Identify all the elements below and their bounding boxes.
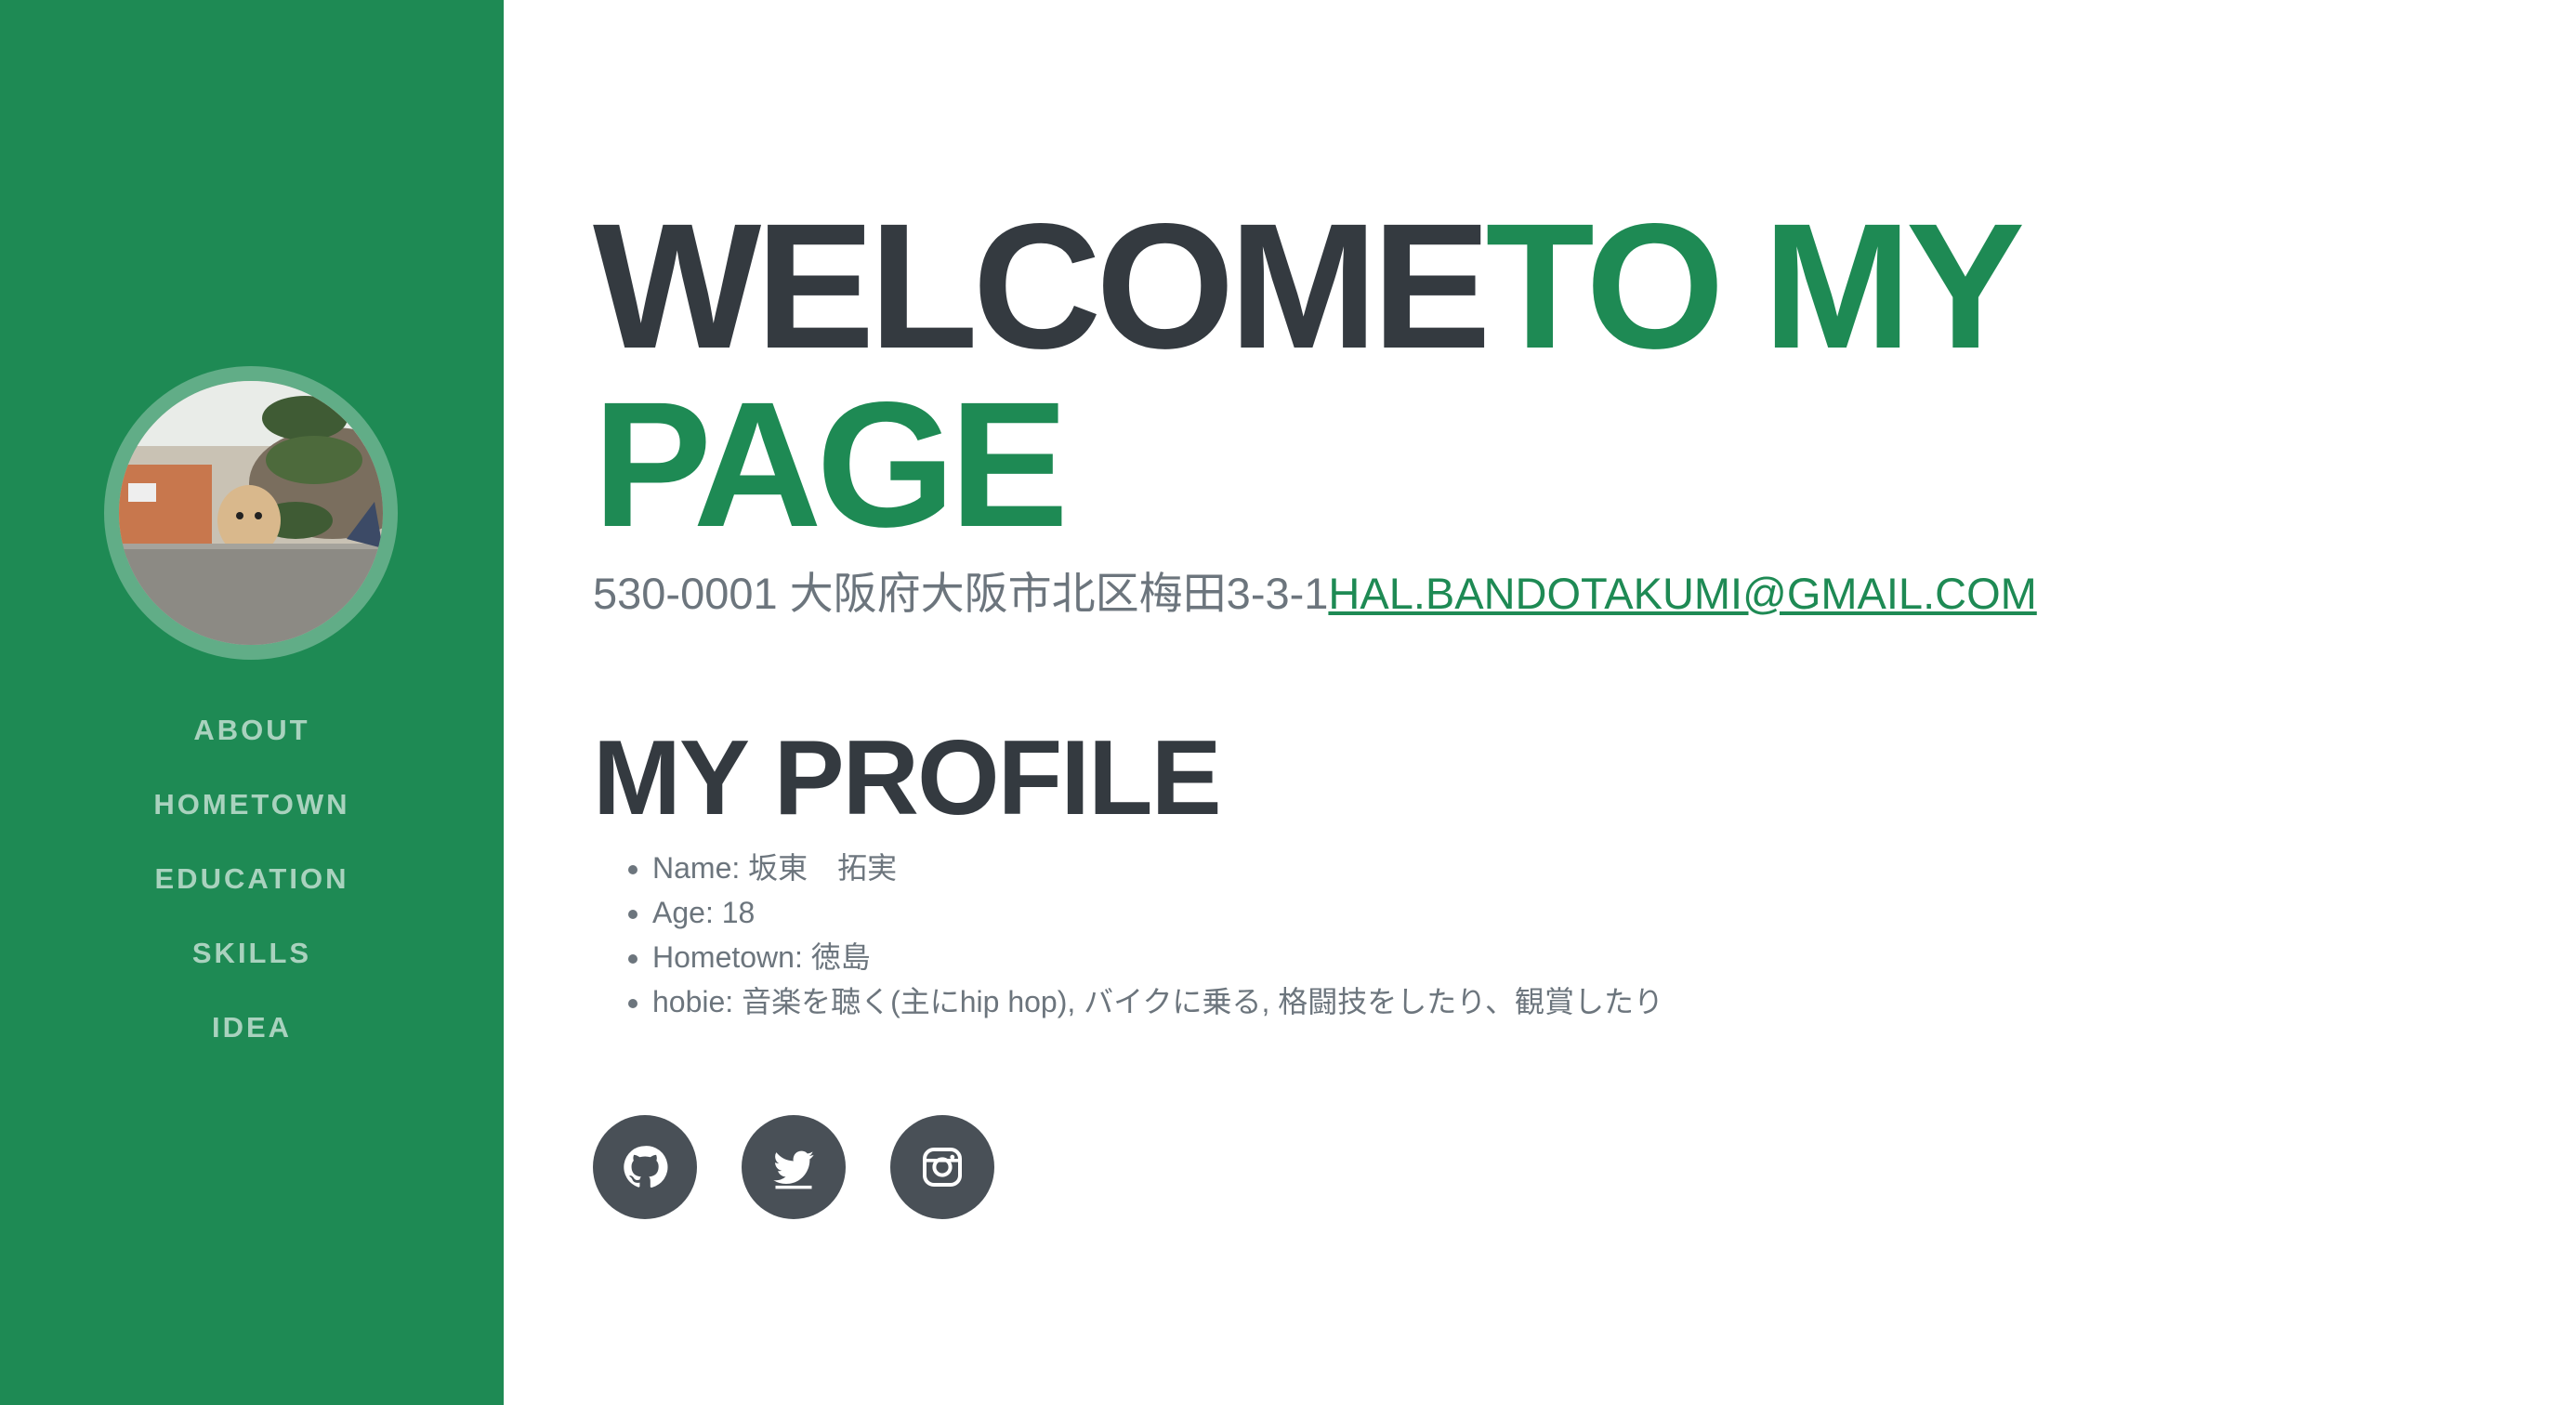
profile-heading: MY PROFILE: [593, 719, 1222, 837]
profile-item-hometown: Hometown: 徳島: [652, 935, 1663, 979]
nav-item-about: ABOUT: [0, 712, 504, 786]
instagram-icon: [923, 1148, 962, 1187]
twitter-icon: [773, 1150, 814, 1189]
github-icon: [624, 1146, 668, 1188]
sidebar-nav: ABOUT HOMETOWN EDUCATION SKILLS IDEA: [0, 712, 504, 1083]
github-button[interactable]: [593, 1115, 697, 1219]
profile-list: Name: 坂東 拓実 Age: 18 Hometown: 徳島 hobie: …: [593, 846, 1663, 1024]
twitter-button[interactable]: [742, 1115, 846, 1219]
page: ABOUT HOMETOWN EDUCATION SKILLS IDEA WEL…: [0, 0, 2576, 1405]
email-link[interactable]: HAL.BANDOTAKUMI@GMAIL.COM: [1328, 569, 2036, 618]
profile-item-name: Name: 坂東 拓実: [652, 846, 1663, 890]
nav-link-skills[interactable]: SKILLS: [192, 937, 311, 969]
avatar-ring: [104, 366, 398, 660]
nav-item-idea: IDEA: [0, 1009, 504, 1083]
nav-link-idea[interactable]: IDEA: [212, 1011, 292, 1044]
instagram-button[interactable]: [890, 1115, 994, 1219]
profile-item-age: Age: 18: [652, 890, 1663, 935]
nav-link-about[interactable]: ABOUT: [193, 714, 309, 746]
social-links: [593, 1115, 1039, 1219]
sidebar: ABOUT HOMETOWN EDUCATION SKILLS IDEA: [0, 0, 504, 1405]
nav-item-education: EDUCATION: [0, 860, 504, 935]
avatar: [119, 381, 383, 645]
nav-item-skills: SKILLS: [0, 935, 504, 1009]
nav-link-hometown[interactable]: HOMETOWN: [153, 788, 349, 821]
page-title: WELCOMETO MY PAGE: [593, 197, 2359, 554]
contact-line: 530-0001 大阪府大阪市北区梅田3-3-1HAL.BANDOTAKUMI@…: [593, 558, 2037, 622]
profile-item-hobby: hobie: 音楽を聴く(主にhip hop), バイクに乗る, 格闘技をしたり…: [652, 979, 1663, 1024]
avatar-photo: [119, 381, 383, 645]
nav-item-hometown: HOMETOWN: [0, 786, 504, 860]
page-title-dark: WELCOME: [593, 186, 1492, 386]
address-text: 530-0001 大阪府大阪市北区梅田3-3-1: [593, 569, 1329, 618]
nav-link-education[interactable]: EDUCATION: [155, 862, 349, 895]
